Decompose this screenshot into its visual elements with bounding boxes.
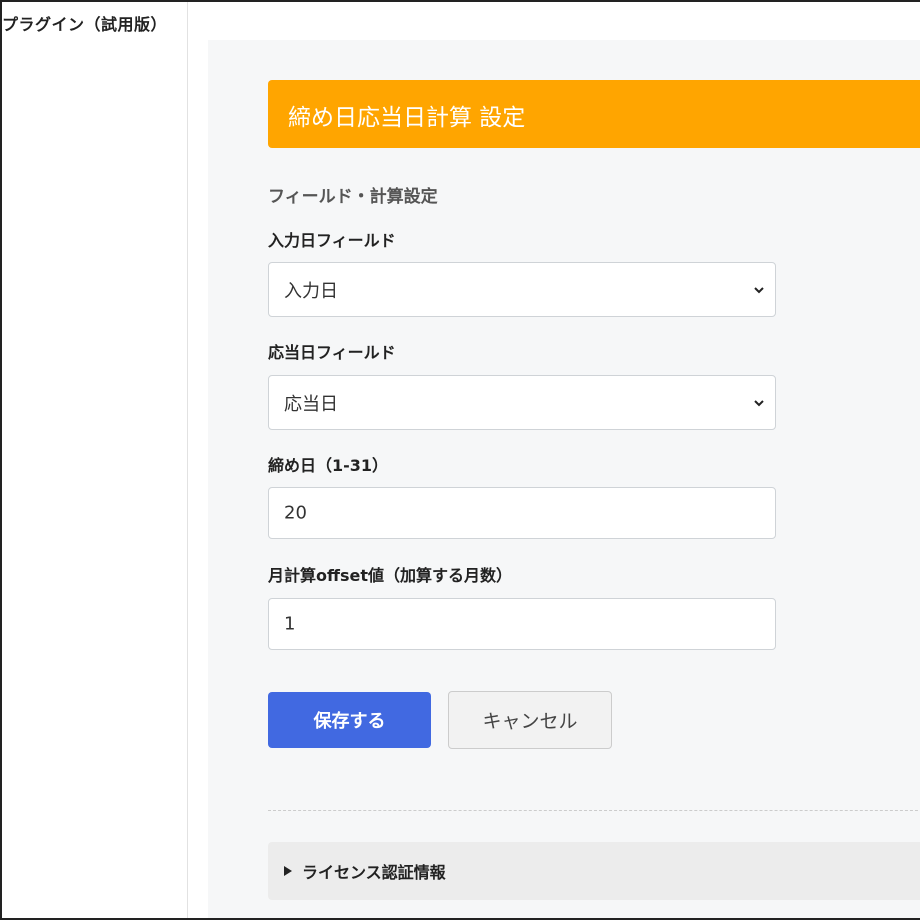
save-button-label: 保存する <box>313 711 386 732</box>
plugin-title: プラグイン（試用版） <box>2 15 168 34</box>
due-date-field-label: 応当日フィールド <box>268 343 396 362</box>
settings-content: 締め日応当日計算 設定 フィールド・計算設定 入力日フィールド 入力日 応当日フ… <box>208 40 920 918</box>
due-date-field-select[interactable]: 応当日 <box>268 375 776 430</box>
month-offset-label: 月計算offset値（加算する月数） <box>268 566 512 585</box>
input-date-field-select[interactable]: 入力日 <box>268 262 776 317</box>
triangle-right-icon <box>284 866 292 876</box>
license-info-label: ライセンス認証情報 <box>302 863 446 882</box>
closing-day-input[interactable]: 20 <box>268 487 776 539</box>
chevron-down-icon <box>754 286 764 293</box>
closing-day-value: 20 <box>284 502 307 524</box>
cancel-button-label: キャンセル <box>482 710 578 733</box>
left-panel: プラグイン（試用版） <box>2 2 188 918</box>
page-title: 締め日応当日計算 設定 <box>288 105 526 131</box>
input-date-field-value: 入力日 <box>284 280 338 302</box>
due-date-field-value: 応当日 <box>284 393 338 415</box>
window-frame: プラグイン（試用版） 締め日応当日計算 設定 フィールド・計算設定 入力日フィー… <box>0 0 920 920</box>
input-date-field-label: 入力日フィールド <box>268 231 396 250</box>
closing-day-label: 締め日（1-31） <box>268 456 389 475</box>
divider <box>268 810 920 811</box>
chevron-down-icon <box>754 399 764 406</box>
license-info-toggle[interactable]: ライセンス認証情報 <box>268 842 920 900</box>
save-button[interactable]: 保存する <box>268 692 431 748</box>
section-title: フィールド・計算設定 <box>268 187 438 207</box>
month-offset-input[interactable]: 1 <box>268 598 776 650</box>
cancel-button[interactable]: キャンセル <box>448 691 612 749</box>
month-offset-value: 1 <box>284 613 296 635</box>
settings-header: 締め日応当日計算 設定 <box>268 80 920 148</box>
